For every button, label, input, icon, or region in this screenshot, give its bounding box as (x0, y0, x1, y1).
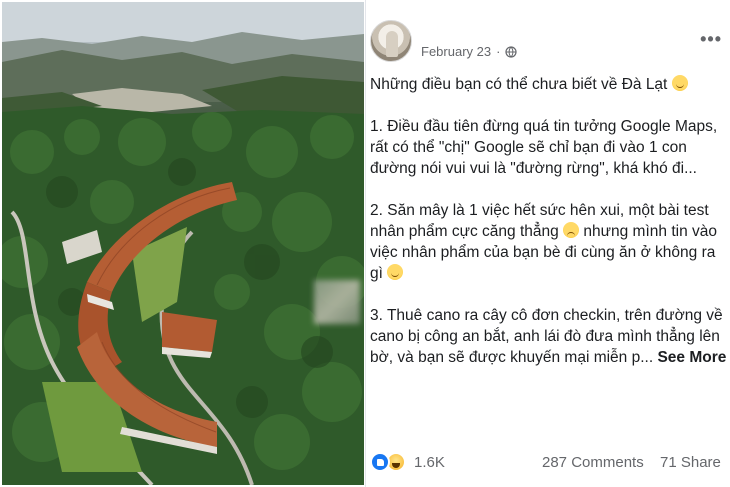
author-avatar[interactable] (370, 20, 412, 62)
like-reaction-icon (370, 452, 390, 472)
post-body: Những điều bạn có thể chưa biết về Đà Lạ… (370, 74, 728, 389)
post-photo[interactable] (2, 2, 364, 485)
smile-emoji-icon (387, 264, 404, 280)
facebook-post: February 23 · ••• Những điều bạn có thể … (366, 0, 730, 487)
shares-count-link[interactable]: 71 Share (660, 454, 721, 471)
post-paragraph-3: 3. Thuê cano ra cây cô đơn checkin, trên… (370, 305, 728, 368)
reactions-summary[interactable]: 1.6K (370, 452, 445, 472)
meta-separator: · (496, 44, 501, 59)
see-more-link[interactable]: See More (657, 349, 726, 366)
smile-emoji-icon (671, 75, 688, 91)
reactions-count: 1.6K (414, 453, 445, 471)
post-paragraph-2: 2. Săn mây là 1 việc hết sức hên xui, mộ… (370, 200, 728, 284)
paragraph-text: Những điều bạn có thể chưa biết về Đà Lạ… (370, 76, 668, 93)
post-meta: February 23 · (421, 44, 518, 59)
post-header: February 23 · ••• (366, 16, 730, 66)
aerial-landscape-image (2, 2, 364, 485)
blurred-region (314, 280, 360, 324)
paragraph-text: 1. Điều đầu tiên đừng quá tin tưởng Goog… (370, 118, 718, 177)
more-options-button[interactable]: ••• (700, 30, 722, 48)
post-footer: 1.6K 287 Comments 71 Share (366, 446, 730, 482)
globe-icon[interactable] (505, 45, 518, 58)
post-paragraph-1: 1. Điều đầu tiên đừng quá tin tưởng Goog… (370, 116, 728, 179)
post-paragraph-intro: Những điều bạn có thể chưa biết về Đà Lạ… (370, 74, 728, 95)
comments-count-link[interactable]: 287 Comments (542, 454, 644, 471)
post-date[interactable]: February 23 (421, 44, 491, 59)
sad-emoji-icon (563, 222, 580, 238)
